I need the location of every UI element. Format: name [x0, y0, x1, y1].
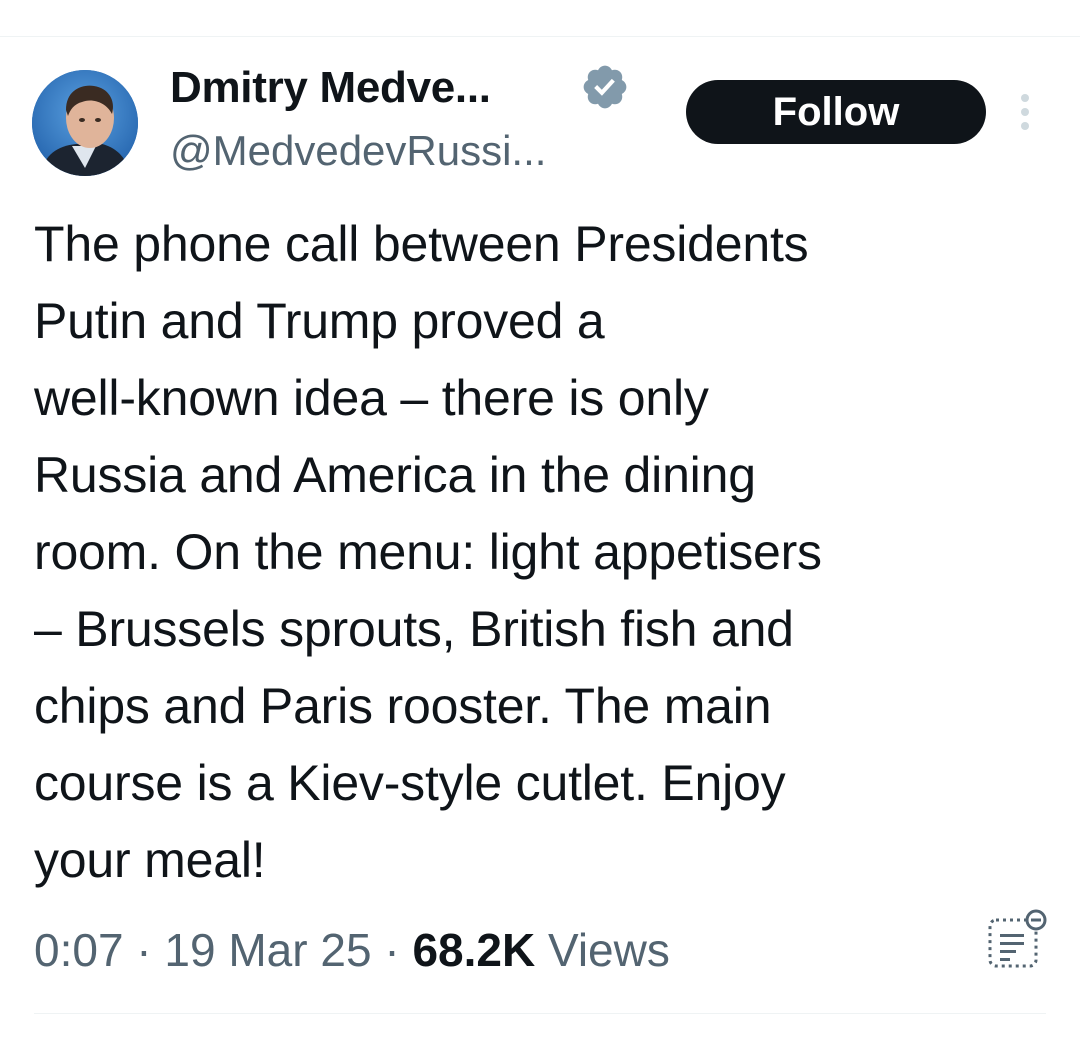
- tweet-text: The phone call between Presidents Putin …: [34, 216, 822, 888]
- tweet-page: Dmitry Medve... @MedvedevRussi... Follow…: [0, 0, 1080, 1044]
- author-handle[interactable]: @MedvedevRussi...: [170, 126, 546, 176]
- more-options-icon[interactable]: [1008, 88, 1042, 138]
- avatar-image: [32, 70, 138, 176]
- avatar[interactable]: [32, 70, 138, 176]
- meta-separator: ·: [123, 924, 165, 976]
- follow-button[interactable]: Follow: [686, 80, 986, 144]
- views-label: Views: [535, 924, 670, 976]
- tweet-meta: 0:07 · 19 Mar 25 · 68.2K Views: [34, 920, 670, 980]
- tweet-time[interactable]: 0:07: [34, 924, 124, 976]
- analytics-icon[interactable]: [984, 906, 1050, 972]
- meta-separator: ·: [371, 924, 413, 976]
- bottom-divider: [34, 1013, 1046, 1014]
- views-count: 68.2K: [412, 924, 536, 976]
- top-divider: [0, 36, 1080, 37]
- display-name[interactable]: Dmitry Medve...: [170, 62, 491, 114]
- verified-badge-icon: [583, 65, 627, 109]
- tweet-date[interactable]: 19 Mar 25: [164, 924, 371, 976]
